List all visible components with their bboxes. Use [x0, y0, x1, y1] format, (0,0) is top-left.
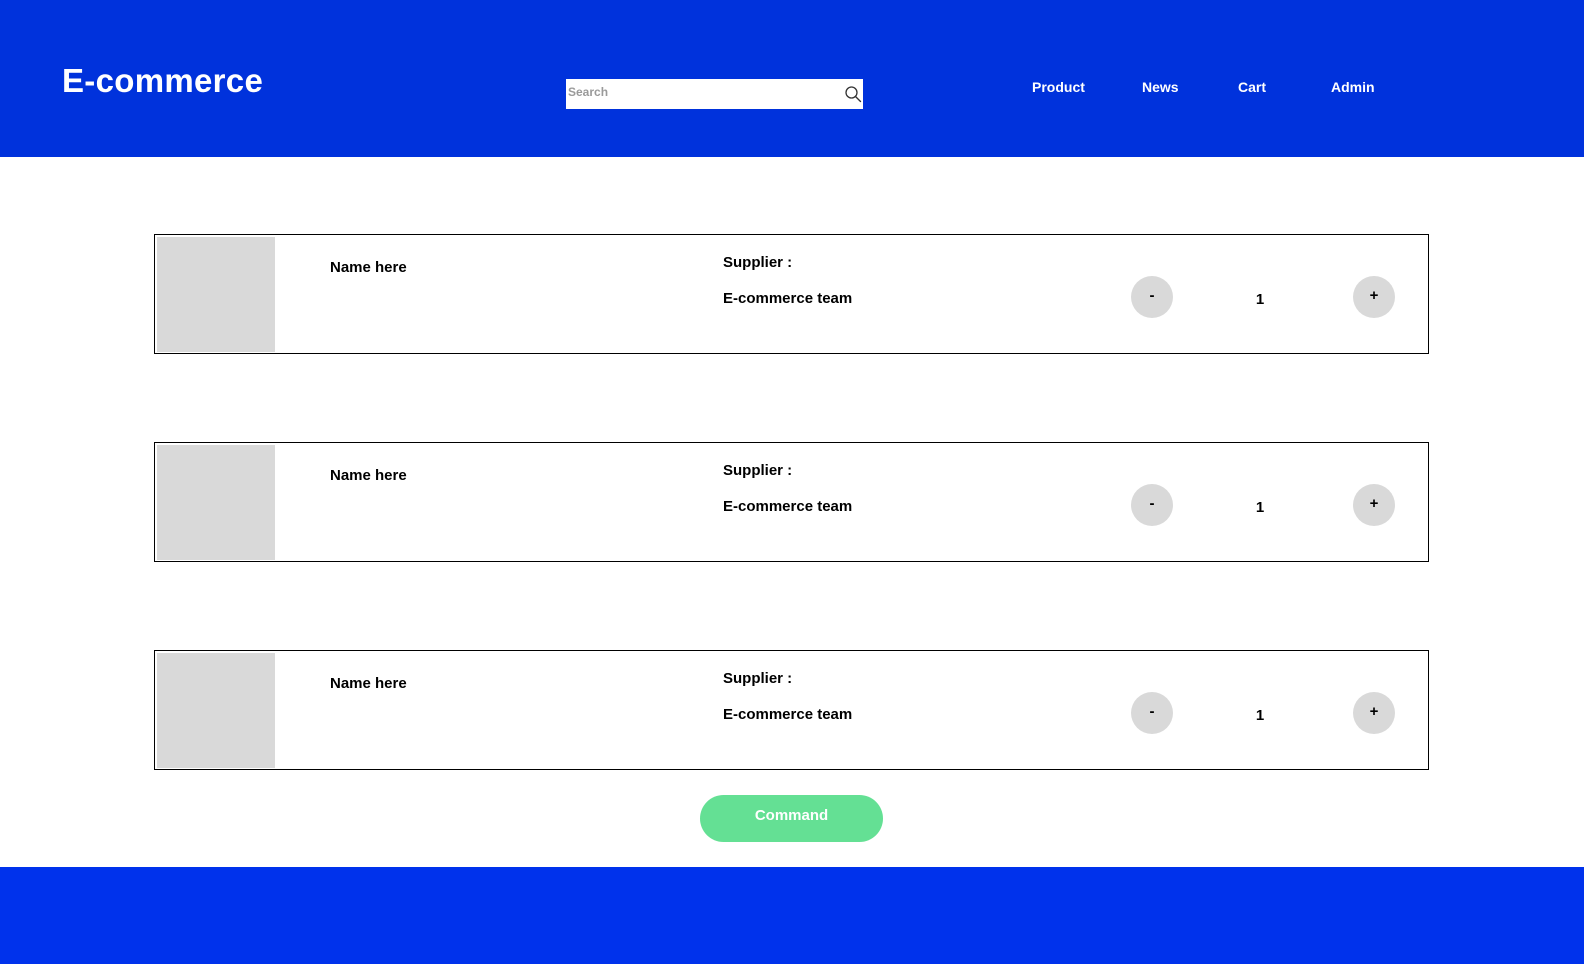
increase-quantity-button[interactable]: + [1353, 692, 1395, 734]
supplier-value: E-commerce team [723, 498, 853, 515]
product-name: Name here [330, 259, 407, 276]
search-icon[interactable] [844, 85, 862, 103]
decrease-quantity-button[interactable]: - [1131, 484, 1173, 526]
product-image-placeholder [157, 237, 275, 352]
search-box [566, 79, 863, 109]
header-bar: E-commerce Product News Cart Admin [0, 0, 1584, 157]
site-logo[interactable]: E-commerce [62, 62, 263, 100]
supplier-value: E-commerce team [723, 706, 853, 723]
supplier-label: Supplier : [723, 462, 793, 479]
footer-bar [0, 867, 1584, 964]
decrease-quantity-button[interactable]: - [1131, 692, 1173, 734]
product-image-placeholder [157, 445, 275, 560]
increase-quantity-button[interactable]: + [1353, 276, 1395, 318]
product-name: Name here [330, 675, 407, 692]
cart-item: Name here Supplier : E-commerce team - 1… [154, 442, 1429, 562]
nav-news[interactable]: News [1142, 79, 1179, 95]
supplier-value: E-commerce team [723, 290, 853, 307]
nav-admin[interactable]: Admin [1331, 79, 1375, 95]
search-input[interactable] [566, 79, 836, 109]
supplier-label: Supplier : [723, 670, 793, 687]
command-button[interactable]: Command [700, 795, 883, 842]
product-image-placeholder [157, 653, 275, 768]
decrease-quantity-button[interactable]: - [1131, 276, 1173, 318]
cart-item: Name here Supplier : E-commerce team - 1… [154, 234, 1429, 354]
quantity-value: 1 [1255, 291, 1265, 308]
product-name: Name here [330, 467, 407, 484]
cart-item: Name here Supplier : E-commerce team - 1… [154, 650, 1429, 770]
nav-cart[interactable]: Cart [1238, 79, 1266, 95]
quantity-value: 1 [1255, 499, 1265, 516]
nav-product[interactable]: Product [1032, 79, 1085, 95]
supplier-label: Supplier : [723, 254, 793, 271]
quantity-value: 1 [1255, 707, 1265, 724]
increase-quantity-button[interactable]: + [1353, 484, 1395, 526]
